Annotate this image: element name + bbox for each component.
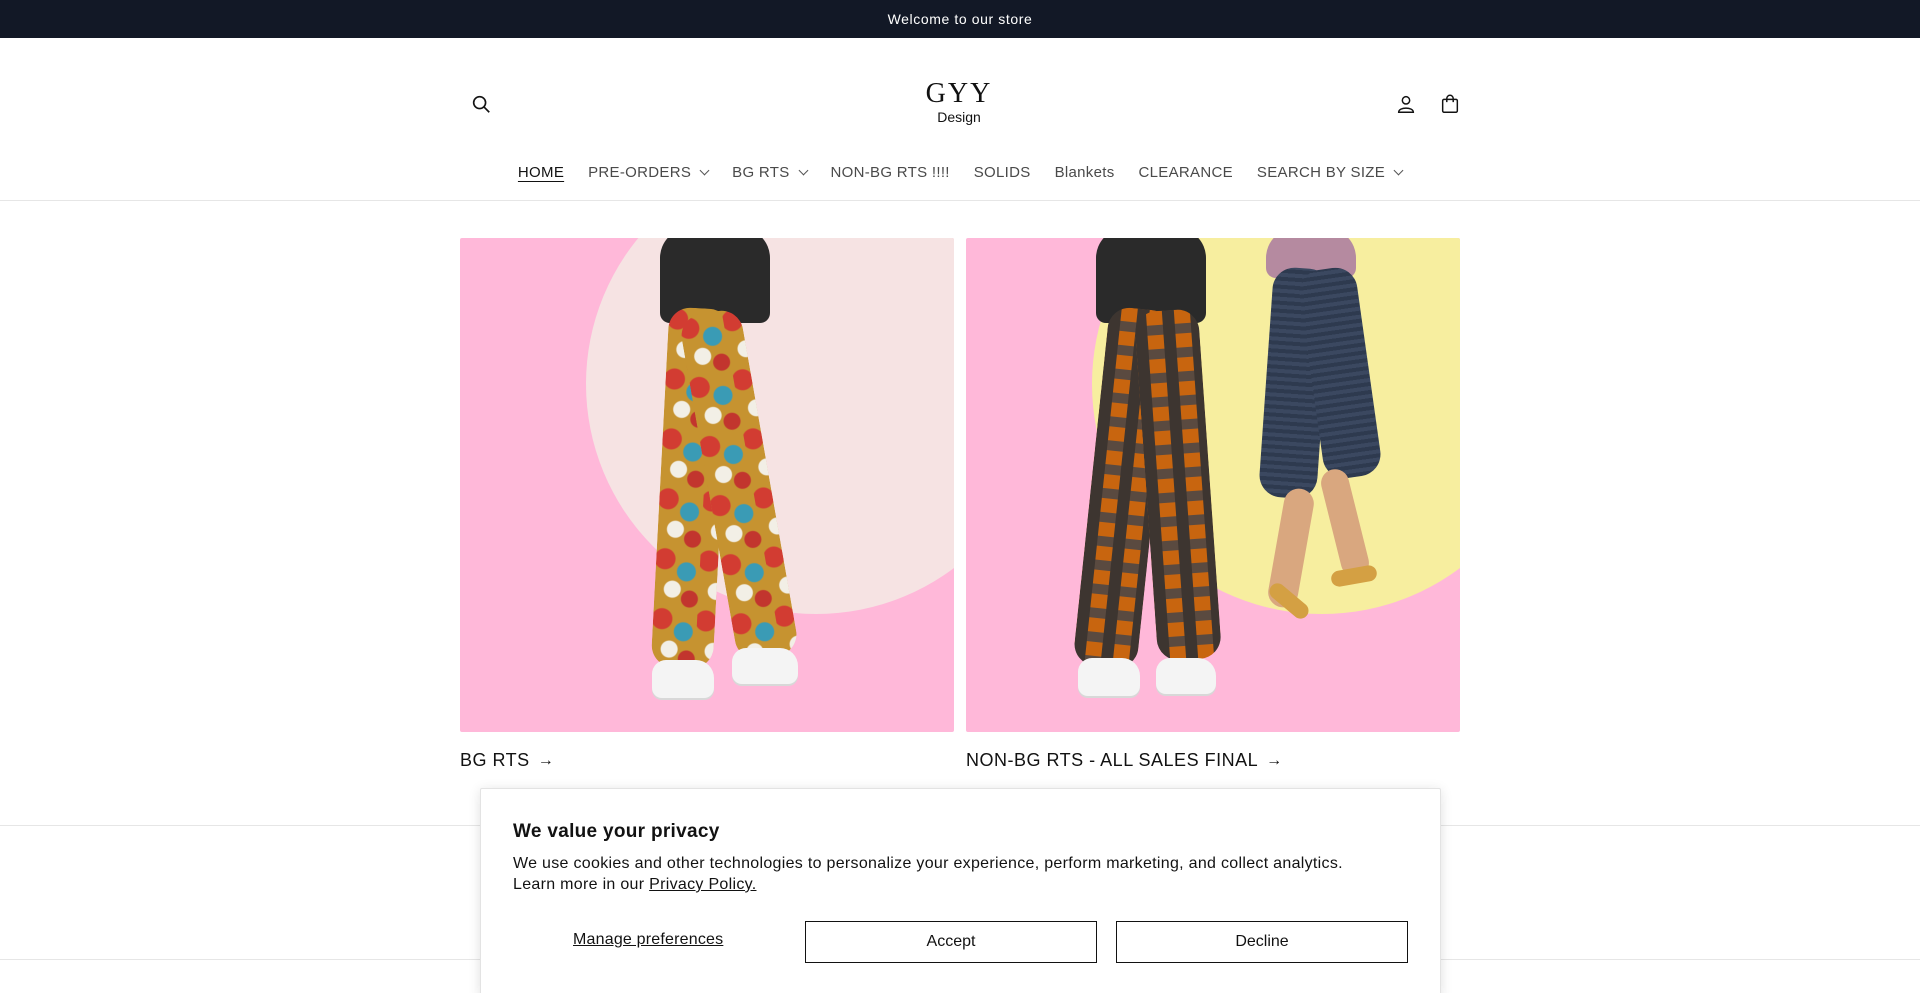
cookie-banner-title: We value your privacy	[513, 821, 720, 842]
logo-mark: GYY	[925, 78, 993, 109]
announcement-bar: Welcome to our store	[0, 0, 1920, 38]
nav-label: Blankets	[1054, 163, 1115, 181]
nav-label: HOME	[517, 163, 565, 181]
cookie-banner: We value your privacy We use cookies and…	[480, 788, 1441, 993]
nav-label: PRE-ORDERS	[588, 163, 692, 181]
privacy-policy-link[interactable]: Privacy Policy.	[649, 876, 756, 893]
collection-image[interactable]	[966, 238, 1460, 732]
cart-icon	[1441, 94, 1459, 113]
account-button[interactable]	[1386, 84, 1426, 124]
arrow-right-icon: →	[537, 751, 555, 769]
nav-item-clearance[interactable]: CLEARANCE	[1127, 156, 1245, 188]
arrow-right-icon: →	[1266, 751, 1283, 769]
main-nav: HOME PRE-ORDERS BG RTS NON-BG RTS !!!! S…	[0, 156, 1920, 188]
nav-item-non-bg-rts[interactable]: NON-BG RTS !!!!	[819, 156, 962, 188]
logo-subtitle: Design	[937, 109, 981, 125]
nav-label: BG RTS	[732, 163, 790, 181]
search-icon	[472, 95, 490, 113]
collection-image[interactable]	[460, 238, 954, 732]
announcement-text: Welcome to our store	[887, 11, 1033, 27]
model-figure	[1236, 238, 1396, 732]
chevron-down-icon	[798, 165, 808, 175]
nav-label: NON-BG RTS !!!!	[830, 163, 950, 181]
collection-title: NON-BG RTS - ALL SALES FINAL	[966, 750, 1259, 770]
model-figure	[1056, 238, 1256, 732]
nav-label: SOLIDS	[973, 163, 1031, 181]
collection-card-non-bg-rts[interactable]: NON-BG RTS - ALL SALES FINAL →	[966, 238, 1460, 771]
nav-item-home[interactable]: HOME	[506, 156, 576, 188]
logo[interactable]: GYY Design	[921, 78, 997, 131]
chevron-down-icon	[1393, 165, 1404, 175]
site-header: GYY Design HOME PRE-ORDERS BG RTS NON-BG…	[0, 38, 1920, 201]
nav-item-bg-rts[interactable]: BG RTS	[720, 156, 818, 188]
cookie-description: We use cookies and other technologies to…	[513, 855, 1343, 893]
nav-label: CLEARANCE	[1138, 163, 1233, 181]
model-figure	[630, 238, 830, 732]
chevron-down-icon	[699, 165, 710, 175]
cart-button[interactable]	[1430, 84, 1470, 124]
nav-item-search-by-size[interactable]: SEARCH BY SIZE	[1245, 156, 1414, 188]
manage-preferences-link[interactable]: Manage preferences	[573, 931, 723, 949]
accept-button[interactable]: Accept	[805, 921, 1097, 963]
search-button[interactable]	[461, 84, 501, 124]
collection-title-link[interactable]: NON-BG RTS - ALL SALES FINAL →	[966, 750, 1460, 771]
collection-title: BG RTS	[460, 750, 530, 770]
collection-title-link[interactable]: BG RTS →	[460, 750, 954, 771]
nav-item-pre-orders[interactable]: PRE-ORDERS	[576, 156, 720, 188]
cookie-banner-text: We use cookies and other technologies to…	[513, 853, 1373, 895]
nav-label: SEARCH BY SIZE	[1256, 163, 1386, 181]
user-icon	[1397, 95, 1415, 113]
decline-button[interactable]: Decline	[1116, 921, 1408, 963]
nav-item-solids[interactable]: SOLIDS	[962, 156, 1043, 188]
nav-item-blankets[interactable]: Blankets	[1043, 156, 1127, 188]
collection-card-bg-rts[interactable]: BG RTS →	[460, 238, 954, 771]
collection-list: BG RTS → NON-BG RTS - ALL SALES FINAL →	[460, 238, 1460, 778]
